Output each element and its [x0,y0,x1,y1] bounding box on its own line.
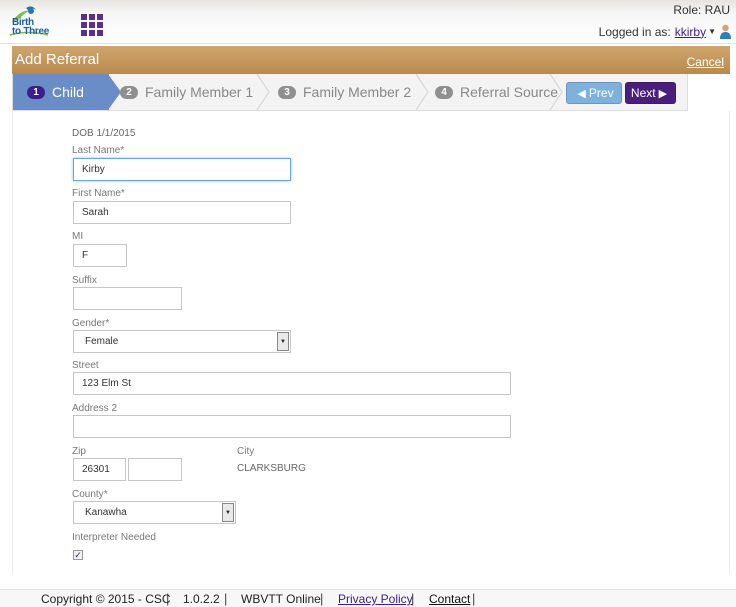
child-form: DOB 1/1/2015 Last Name* First Name* MI S… [12,111,730,574]
footer: Copyright © 2015 - CSC | 1.0.2.2 | WBVTT… [0,589,736,607]
county-select[interactable]: Kanawha ▼ [73,501,236,524]
step-family-member-1[interactable]: 2 Family Member 1 [120,74,253,110]
step-label: Family Member 1 [145,84,254,100]
city-label: City [237,446,255,457]
address2-input[interactable] [73,415,511,438]
step-label: Child [52,84,84,100]
zip-input[interactable] [73,458,126,481]
login-info: Logged in as: kkirby ▼ [599,24,732,39]
chevron-down-icon[interactable]: ▼ [222,503,234,522]
footer-divider: | [224,591,228,606]
logo-text: Birth to Three [12,17,50,37]
step-label: Family Member 2 [303,84,412,100]
app-grid-icon[interactable] [81,14,103,36]
version-text: 1.0.2.2 [183,592,220,606]
chevron-down-icon[interactable]: ▼ [708,27,716,36]
logged-in-label: Logged in as: [598,24,671,39]
role-label: Role: RAU [673,3,730,17]
copyright-text: Copyright © 2015 - CSC [41,592,171,606]
prev-button[interactable]: ◀ Prev [566,82,622,104]
suffix-input[interactable] [73,287,182,310]
interpreter-label: Interpreter Needed [72,532,156,543]
footer-divider: | [320,591,324,606]
first-name-input[interactable] [73,201,291,224]
step-label: Referral Source [460,84,559,100]
step-family-member-2[interactable]: 3 Family Member 2 [278,74,411,110]
footer-divider: | [472,591,476,606]
footer-divider: | [411,591,415,606]
step-separator [256,74,270,110]
arrow-right-icon: ▶ [658,87,668,100]
footer-divider: | [166,591,170,606]
step-referral-source[interactable]: 4 Referral Source [435,74,558,110]
gender-select[interactable]: Female ▼ [73,330,291,353]
chevron-down-icon[interactable]: ▼ [277,332,289,351]
mi-input[interactable] [73,244,127,267]
page-title-bar: Add Referral Cancel [12,46,730,74]
last-name-input[interactable] [73,158,291,181]
gender-label: Gender* [72,318,110,329]
cancel-link[interactable]: Cancel [687,55,724,69]
next-button[interactable]: Next ▶ [625,82,676,104]
street-input[interactable] [73,372,511,395]
suffix-label: Suffix [72,275,97,286]
zip-extension-input[interactable] [128,458,182,481]
privacy-policy-link[interactable]: Privacy Policy [338,592,413,606]
contact-link[interactable]: Contact [429,592,470,606]
county-label: County* [72,489,108,500]
step-child[interactable]: 1 Child [13,74,109,110]
zip-label: Zip [72,446,86,457]
step-number: 1 [27,85,45,99]
page-title: Add Referral [15,51,100,68]
top-bar: Birth to Three Role: RAU Logged in as: k… [0,0,736,44]
user-icon[interactable] [719,24,732,39]
step-number: 3 [278,85,296,99]
street-label: Street [72,360,99,371]
step-number: 2 [120,85,138,99]
dob-label: DOB 1/1/2015 [72,128,136,139]
first-name-label: First Name* [72,188,125,199]
interpreter-checkbox[interactable]: ✓ [73,550,83,560]
username-link[interactable]: kkirby [675,25,706,39]
address2-label: Address 2 [72,403,118,414]
city-value: CLARKSBURG [237,463,306,474]
app-name-text: WBVTT Online [241,592,321,606]
wizard-steps: 1 Child 2 Family Member 1 3 Family Membe… [12,74,688,111]
step-separator [415,74,429,110]
mi-label: MI [72,231,84,242]
last-name-label: Last Name* [72,145,125,156]
arrow-left-icon: ◀ [577,87,586,100]
step-number: 4 [435,85,453,99]
